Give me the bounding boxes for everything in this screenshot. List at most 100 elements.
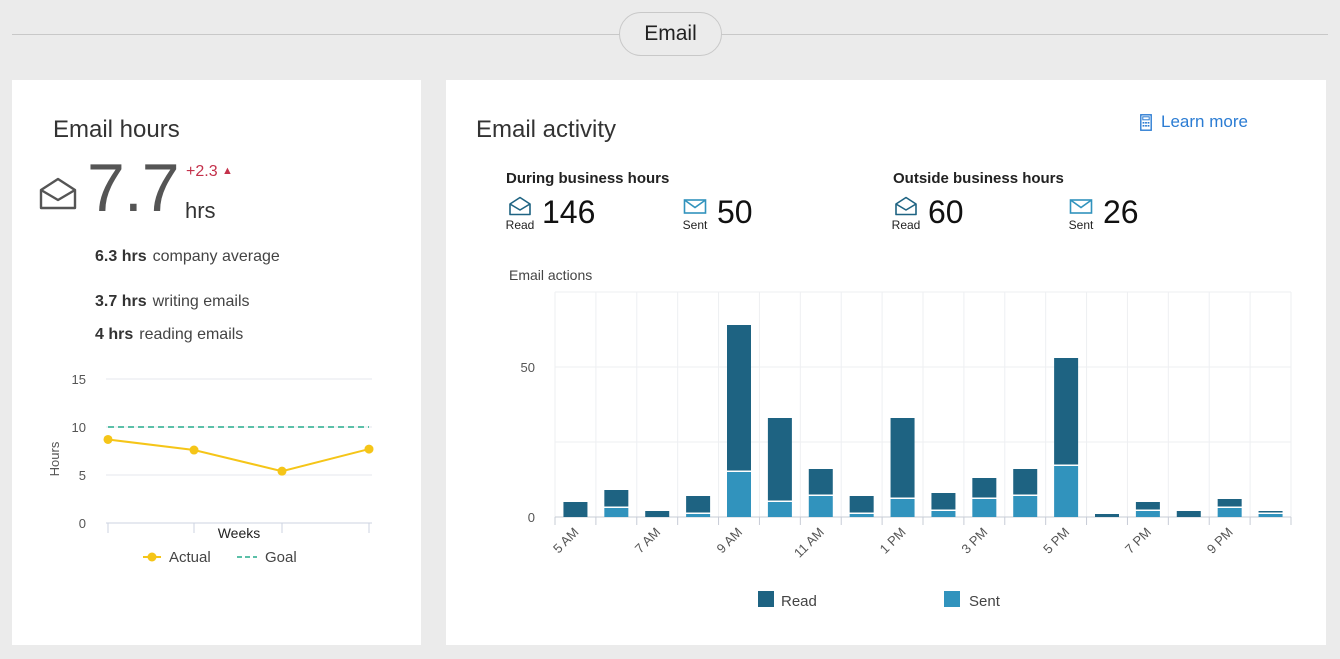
envelope-icon — [680, 196, 710, 216]
actual-point — [364, 444, 374, 454]
bar-read — [972, 478, 997, 498]
bar-sent — [727, 472, 751, 517]
learn-more-link[interactable]: Learn more — [1140, 112, 1248, 132]
bar-read — [645, 511, 670, 517]
bar-read — [1013, 469, 1038, 495]
email-activity-card: Email activity Learn more During busines… — [446, 80, 1326, 645]
bar-read — [808, 469, 833, 495]
stat-label: writing emails — [152, 293, 250, 310]
bar-sent — [1054, 466, 1079, 517]
actual-point — [189, 445, 199, 455]
legend-read-label: Read — [781, 593, 817, 610]
email-activity-title: Email activity — [476, 116, 617, 143]
learn-more-label: Learn more — [1161, 112, 1248, 131]
bar-read — [849, 496, 874, 513]
legend-sent-swatch — [944, 591, 960, 607]
stat-value: 3.7 hrs — [95, 293, 147, 310]
x-tick-label: 5 PM — [1040, 525, 1072, 557]
outside-business-hours-heading: Outside business hours — [893, 170, 1064, 187]
legend-read-swatch — [758, 591, 774, 607]
stat-value: 4 hrs — [95, 326, 134, 343]
x-tick-label: 9 PM — [1204, 525, 1236, 557]
email-hours-chart: 0 5 10 15 Hours Weeks Actual Goal — [47, 372, 374, 566]
chart-title: Email actions — [509, 267, 592, 283]
bar-read — [727, 325, 751, 471]
bar-sent — [1217, 508, 1242, 517]
x-tick-label: 7 AM — [632, 525, 664, 557]
bar-sent — [849, 514, 874, 517]
read-count: 60 — [928, 194, 964, 230]
bar-read — [1217, 499, 1242, 507]
section-title: Email — [619, 12, 722, 56]
y-axis-label: Hours — [47, 441, 62, 476]
bar-sent — [604, 508, 629, 517]
legend-goal-label: Goal — [265, 549, 297, 566]
actual-point — [103, 434, 113, 444]
y-tick-label: 50 — [521, 360, 535, 375]
bar-read — [1054, 358, 1079, 465]
x-tick-label: 7 PM — [1122, 525, 1154, 557]
bar-sent — [808, 496, 833, 517]
email-hours-title: Email hours — [53, 116, 180, 143]
x-tick-label: 1 PM — [877, 525, 909, 557]
writing-emails-stat: 3.7 hrs writing emails — [95, 293, 250, 311]
y-tick-label: 10 — [72, 420, 86, 435]
bar-sent — [767, 502, 792, 517]
stat-value: 6.3 hrs — [95, 248, 147, 265]
during-business-hours-heading: During business hours — [506, 170, 670, 187]
bar-read — [604, 490, 629, 507]
envelope-icon — [1066, 196, 1096, 216]
bar-sent — [1135, 511, 1160, 517]
x-tick-label: 5 AM — [550, 525, 582, 557]
sent-label: Sent — [682, 218, 708, 232]
bar-read — [890, 418, 915, 498]
bar-read — [1095, 514, 1119, 517]
sent-count: 50 — [717, 194, 753, 230]
legend-actual-label: Actual — [169, 549, 211, 566]
x-tick-label: 11 AM — [791, 525, 827, 561]
reading-emails-stat: 4 hrs reading emails — [95, 326, 243, 344]
bar-sent — [1258, 514, 1283, 517]
x-axis-label: Weeks — [218, 525, 261, 541]
bar-sent — [890, 499, 915, 517]
bar-sent — [972, 499, 997, 517]
bar-read — [686, 496, 711, 513]
company-average-stat: 6.3 hrs company average — [95, 248, 280, 266]
legend-actual-dot — [147, 552, 157, 562]
bar-read — [767, 418, 792, 501]
bar-sent — [1013, 496, 1038, 517]
sent-count: 26 — [1103, 194, 1139, 230]
email-hours-card: Email hours 7.7 +2.3 ▲ hrs 6.3 hrs compan… — [12, 80, 421, 645]
email-hours-unit: hrs — [185, 198, 216, 223]
email-actions-chart: Email actions 0 50 5 AM 7 AM 9 AM 11 AM 1 PM 3 P… — [509, 267, 1292, 610]
actual-line — [107, 438, 370, 473]
email-hours-value: 7.7 — [87, 150, 180, 226]
y-tick-label: 0 — [528, 510, 535, 525]
calculator-icon — [1140, 113, 1152, 131]
actual-point — [277, 466, 287, 476]
email-hours-delta: +2.3 ▲ — [186, 163, 233, 181]
stat-label: company average — [152, 248, 280, 265]
bar-sent — [931, 511, 956, 517]
bar-read — [931, 493, 956, 510]
read-count: 146 — [542, 194, 596, 230]
bar-read — [563, 502, 588, 517]
x-tick-label: 3 PM — [958, 525, 990, 557]
envelope-open-icon — [39, 176, 77, 215]
y-tick-label: 0 — [79, 516, 86, 531]
x-tick-label: 9 AM — [714, 525, 746, 557]
sent-label: Sent — [1068, 218, 1094, 232]
legend-sent-label: Sent — [969, 593, 1001, 610]
read-label: Read — [891, 218, 921, 232]
envelope-open-icon — [505, 196, 535, 216]
y-tick-label: 5 — [79, 468, 86, 483]
bar-read — [1176, 511, 1201, 517]
triangle-up-icon: ▲ — [222, 165, 233, 177]
delta-value: +2.3 — [186, 163, 218, 180]
y-tick-label: 15 — [72, 372, 86, 387]
bar-read — [1135, 502, 1160, 510]
bar-sent — [686, 514, 711, 517]
bar-read — [1258, 511, 1283, 513]
envelope-open-icon — [891, 196, 921, 216]
stat-label: reading emails — [139, 326, 244, 343]
